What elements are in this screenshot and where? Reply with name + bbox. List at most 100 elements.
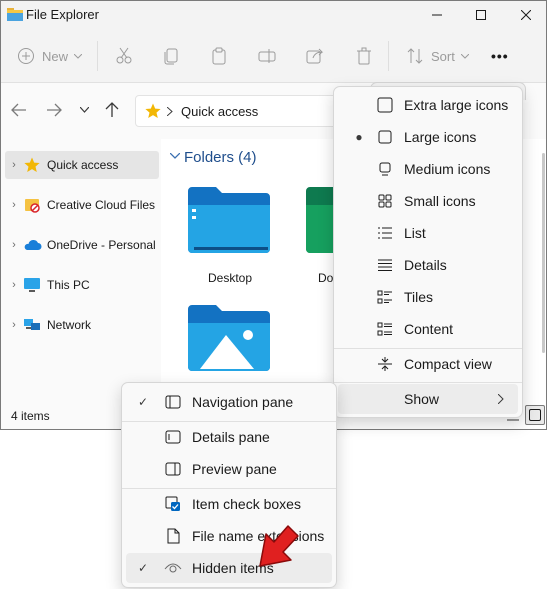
expand-chevron-icon[interactable]: › <box>5 279 23 291</box>
folders-group-header: Folders (4) <box>184 149 257 166</box>
address-location: Quick access <box>181 104 259 119</box>
list-view-icon <box>376 224 394 242</box>
star-icon <box>145 103 161 118</box>
maximize-button[interactable] <box>458 1 504 29</box>
menu-item-details-pane[interactable]: Details pane <box>126 422 332 452</box>
red-pointer-arrow-icon <box>259 525 299 567</box>
menu-item-preview-pane[interactable]: Preview pane <box>126 454 332 484</box>
menu-item-medium-icons[interactable]: Medium icons <box>338 154 518 184</box>
extra-large-icons-icon <box>376 96 394 114</box>
address-bar[interactable]: Quick access <box>135 95 345 127</box>
file-extension-icon <box>164 527 182 545</box>
menu-item-show[interactable]: Show <box>338 384 518 414</box>
menu-item-details[interactable]: Details <box>338 250 518 280</box>
more-options-button[interactable]: ••• <box>491 43 509 69</box>
details-view-icon <box>376 256 394 274</box>
toolbar-divider <box>388 41 389 71</box>
folder-label: Do <box>318 271 334 285</box>
forward-arrow-icon[interactable] <box>46 103 62 117</box>
menu-item-label: Navigation pane <box>192 394 294 410</box>
large-icons-view-toggle[interactable] <box>525 405 545 425</box>
menu-item-label: Compact view <box>404 356 492 372</box>
sidebar-item-quick-access[interactable]: › Quick access <box>5 151 159 179</box>
menu-item-label: Tiles <box>404 289 434 305</box>
minimize-icon <box>432 14 442 16</box>
creative-cloud-icon <box>25 199 40 213</box>
large-icons-icon <box>376 128 394 146</box>
chevron-down-icon <box>74 53 83 59</box>
share-button[interactable] <box>306 43 324 69</box>
folder-tile-desktop[interactable]: Desktop <box>171 179 273 299</box>
menu-item-compact-view[interactable]: Compact view <box>338 349 518 379</box>
menu-item-content[interactable]: Content <box>338 314 518 344</box>
chevron-down-icon <box>460 53 469 59</box>
medium-icons-icon <box>376 160 394 178</box>
folder-app-icon <box>7 8 23 21</box>
sidebar-item-label: Quick access <box>47 158 119 172</box>
close-button[interactable] <box>503 1 547 29</box>
menu-item-list[interactable]: List <box>338 218 518 248</box>
monitor-icon <box>24 278 40 292</box>
maximize-icon <box>476 10 486 20</box>
menu-item-label: Item check boxes <box>192 496 301 512</box>
compact-view-icon <box>376 355 394 373</box>
desktop-folder-icon <box>188 187 270 253</box>
cut-button[interactable] <box>115 43 133 69</box>
checkmark-icon: ✓ <box>137 395 149 409</box>
sidebar-item-onedrive[interactable]: › OneDrive - Personal <box>5 231 159 259</box>
submenu-chevron-right-icon <box>498 394 504 404</box>
status-item-count: 4 items <box>11 409 50 423</box>
menu-item-item-check-boxes[interactable]: Item check boxes <box>126 489 332 519</box>
menu-item-small-icons[interactable]: Small icons <box>338 186 518 216</box>
menu-item-navigation-pane[interactable]: ✓ Navigation pane <box>126 387 332 417</box>
rename-icon <box>258 49 276 63</box>
selected-bullet-icon: ● <box>355 130 363 144</box>
collapse-chevron-icon[interactable] <box>170 153 180 159</box>
menu-item-large-icons[interactable]: ● Large icons <box>338 122 518 152</box>
sidebar-item-network[interactable]: › Network <box>5 311 159 339</box>
plus-circle-icon <box>18 48 34 64</box>
sidebar-item-label: OneDrive - Personal <box>47 238 156 252</box>
share-icon <box>306 48 324 64</box>
paste-button[interactable] <box>210 43 228 69</box>
sidebar-item-label: Network <box>47 318 92 332</box>
pictures-folder-icon <box>188 305 270 371</box>
menu-item-label: Extra large icons <box>404 97 509 113</box>
sort-button[interactable]: Sort <box>406 43 469 69</box>
folder-tile-pictures[interactable] <box>171 297 273 377</box>
navigation-pane-icon <box>164 393 182 411</box>
copy-icon <box>164 48 178 65</box>
new-label: New <box>42 48 69 64</box>
menu-item-label: Preview pane <box>192 461 277 477</box>
menu-item-label: Show <box>404 391 440 407</box>
menu-item-extra-large-icons[interactable]: Extra large icons <box>338 90 518 120</box>
vertical-scrollbar[interactable] <box>542 153 545 353</box>
clipboard-icon <box>212 47 226 65</box>
back-arrow-icon[interactable] <box>11 103 27 117</box>
new-button[interactable]: New <box>17 43 83 69</box>
copy-button[interactable] <box>163 43 181 69</box>
expand-chevron-icon[interactable]: › <box>5 319 23 331</box>
minimize-button[interactable] <box>414 1 460 29</box>
sort-icon <box>407 48 423 64</box>
network-icon <box>24 319 40 330</box>
toolbar-divider <box>97 41 98 71</box>
close-icon <box>521 10 531 20</box>
menu-item-label: Details pane <box>192 429 270 445</box>
rename-button[interactable] <box>258 43 276 69</box>
sidebar-item-creative-cloud-files[interactable]: › Creative Cloud Files <box>5 191 159 219</box>
recent-locations-chevron-icon[interactable] <box>80 107 89 113</box>
sidebar-item-this-pc[interactable]: › This PC <box>5 271 159 299</box>
sidebar-item-label: This PC <box>47 278 90 292</box>
tiles-view-icon <box>376 288 394 306</box>
delete-button[interactable] <box>355 43 373 69</box>
expand-chevron-icon[interactable]: › <box>5 239 23 251</box>
expand-chevron-icon[interactable]: › <box>5 199 23 211</box>
menu-item-label: List <box>404 225 426 241</box>
checkbox-icon <box>164 495 182 513</box>
expand-chevron-icon[interactable]: › <box>5 159 23 171</box>
menu-separator <box>334 382 522 383</box>
menu-item-tiles[interactable]: Tiles <box>338 282 518 312</box>
up-arrow-icon[interactable] <box>105 102 119 118</box>
large-icons-view-icon <box>529 409 541 421</box>
